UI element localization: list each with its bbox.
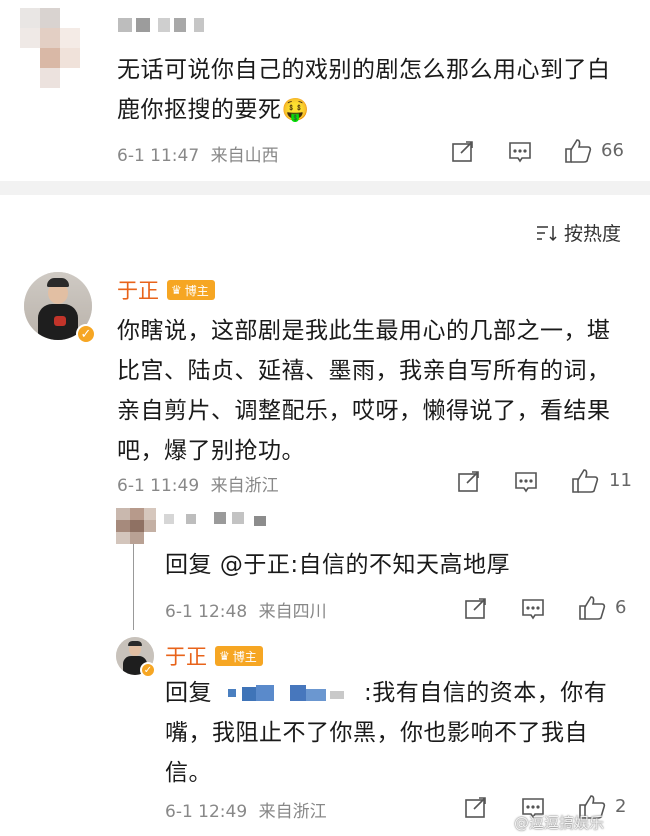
watermark: @逗逗搞娱乐 [514, 814, 605, 832]
share-icon[interactable] [457, 470, 481, 494]
comment-icon[interactable] [514, 470, 538, 494]
comment-icon[interactable] [508, 140, 532, 164]
crown-icon: ♛ [219, 649, 230, 663]
timestamp: 6-1 12:49 [165, 802, 248, 822]
like-count: 2 [615, 796, 627, 817]
blurred-mention[interactable] [212, 683, 364, 705]
like-count: 6 [615, 597, 627, 618]
like-icon[interactable] [578, 595, 606, 621]
like-count: 11 [609, 470, 632, 491]
blurred-avatar[interactable] [116, 508, 156, 544]
timestamp: 6-1 11:49 [117, 476, 200, 496]
mention-link[interactable]: @于正 [220, 552, 291, 578]
crown-icon: ♛ [171, 283, 182, 297]
verified-badge-icon: ✓ [76, 324, 96, 344]
reply-meta: 6-1 12:48 来自四川 [165, 597, 327, 622]
timestamp: 6-1 11:47 [117, 146, 200, 166]
location: 来自浙江 [258, 802, 327, 822]
like-count: 66 [601, 140, 624, 161]
section-divider [0, 181, 650, 195]
share-icon[interactable] [464, 796, 488, 820]
share-icon[interactable] [451, 140, 475, 164]
author-row: 于正 ♛ 博主 [165, 641, 263, 671]
sort-label: 按热度 [564, 223, 622, 245]
verified-badge-icon: ✓ [140, 662, 156, 678]
reply-text: 回复 @于正:自信的不知天高地厚 [165, 552, 511, 578]
blurred-username[interactable] [118, 14, 218, 36]
comment-meta: 6-1 11:47 来自山西 [117, 141, 279, 166]
comment-meta: 6-1 11:49 来自浙江 [117, 471, 279, 496]
timestamp: 6-1 12:48 [165, 602, 248, 622]
emoji: 🤑 [281, 98, 310, 123]
comment-text: 无话可说你自己的戏别的剧怎么那么用心到了白鹿你抠搜的要死🤑 [117, 57, 611, 123]
blurred-username[interactable] [164, 510, 284, 530]
comment-text: 你瞎说，这部剧是我此生最用心的几部之一，堪比宫、陆贞、延禧、墨雨，我亲自写所有的… [117, 318, 611, 464]
like-icon[interactable] [571, 468, 599, 494]
author-row: 于正 ♛ 博主 [117, 275, 215, 305]
blurred-avatar[interactable] [20, 8, 80, 88]
reply-text: 回复 :我有自信的资本，你有嘴，我阻止不了你黑，你也影响不了我自信。 [165, 680, 608, 786]
blogger-badge: ♛ 博主 [215, 646, 263, 666]
location: 来自四川 [258, 602, 327, 622]
author-name[interactable]: 于正 [165, 641, 207, 671]
comment-icon[interactable] [521, 597, 545, 621]
thread-line [133, 540, 134, 630]
blogger-badge: ♛ 博主 [167, 280, 215, 300]
author-name[interactable]: 于正 [117, 275, 159, 305]
sort-button[interactable]: 按热度 [536, 219, 621, 246]
reply-meta: 6-1 12:49 来自浙江 [165, 797, 327, 822]
location: 来自山西 [210, 146, 279, 166]
sort-icon [537, 225, 557, 241]
share-icon[interactable] [464, 597, 488, 621]
location: 来自浙江 [210, 476, 279, 496]
like-icon[interactable] [564, 138, 592, 164]
